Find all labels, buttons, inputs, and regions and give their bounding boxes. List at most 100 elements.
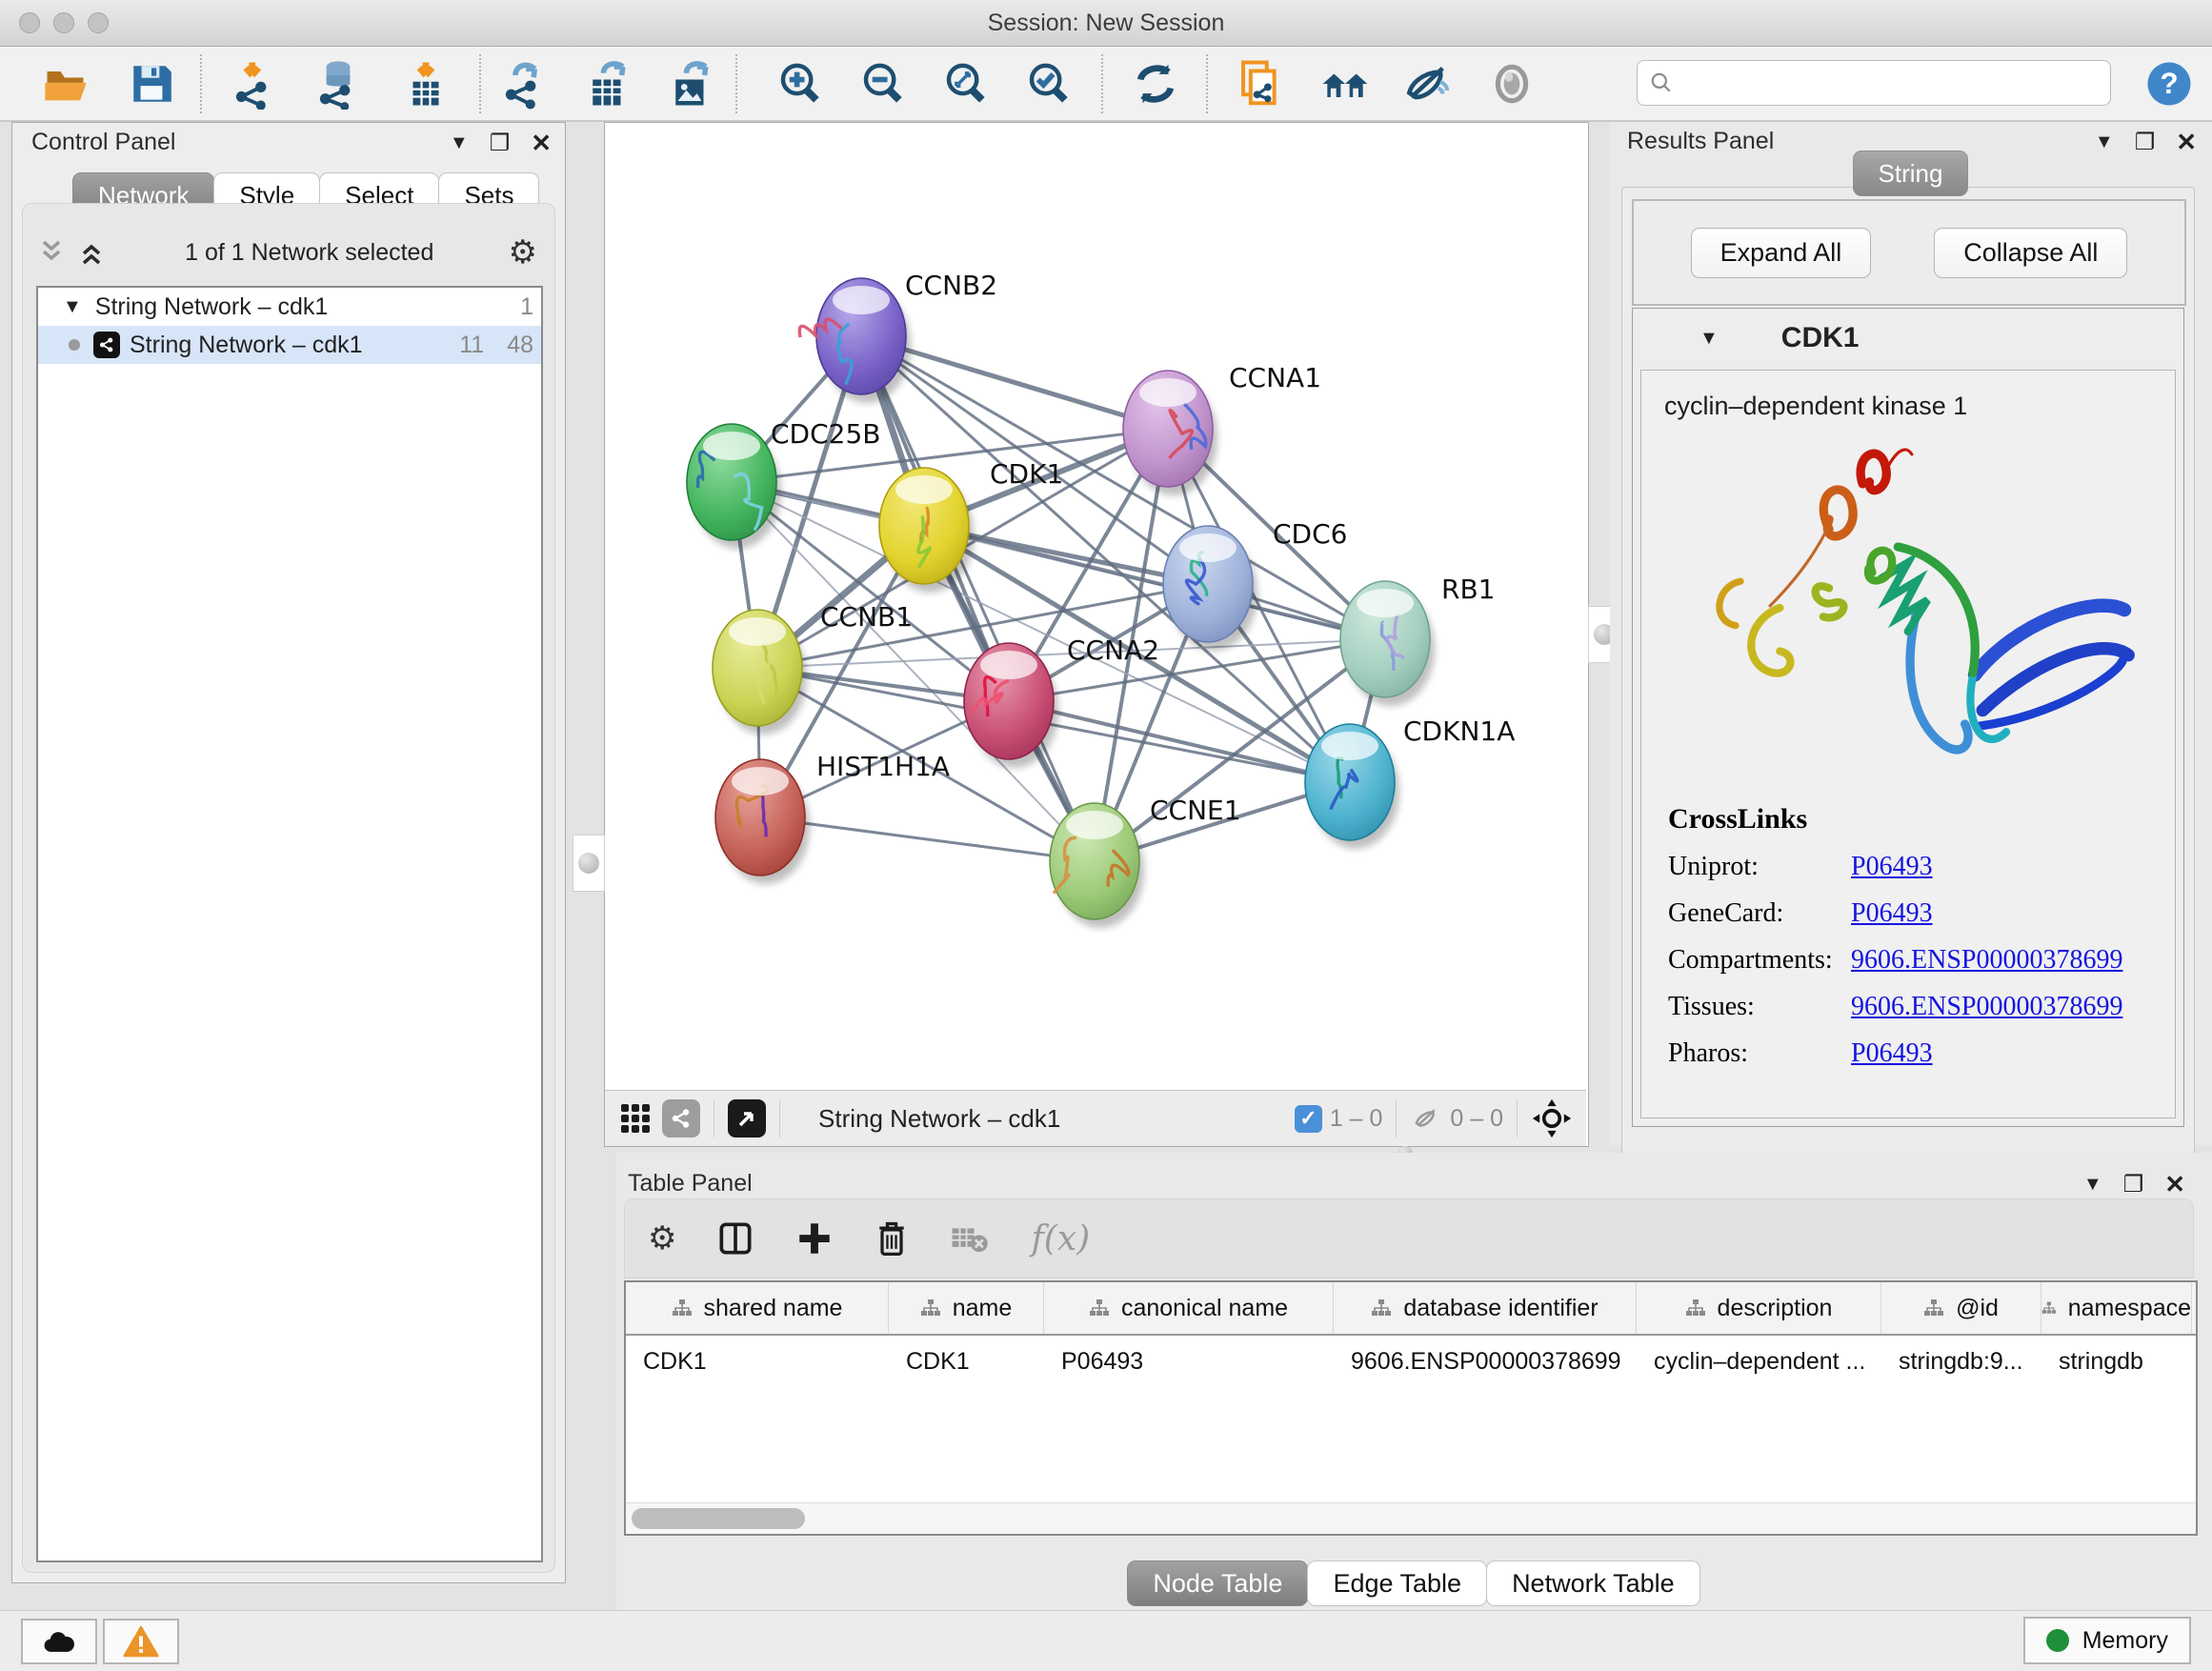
close-panel-icon[interactable]: ✕ <box>531 129 552 158</box>
duplicate-network-button[interactable] <box>1233 56 1288 111</box>
crosslink-link[interactable]: P06493 <box>1851 852 1933 882</box>
crosslink-row: Uniprot:P06493 <box>1668 852 2175 882</box>
float-panel-icon[interactable]: ❐ <box>2123 1171 2144 1198</box>
memory-status-button[interactable]: Memory <box>2023 1617 2191 1664</box>
hide-selected-button[interactable] <box>1399 56 1455 111</box>
crosslink-link[interactable]: P06493 <box>1851 898 1933 929</box>
toolbar-separator <box>1206 54 1208 113</box>
tab-node-table[interactable]: Node Table <box>1127 1560 1308 1606</box>
column-header-shared-name[interactable]: shared name <box>626 1282 889 1334</box>
node-label: CCNA2 <box>1067 634 1159 666</box>
function-builder-icon[interactable]: f(x) <box>1031 1219 1090 1258</box>
collection-expand-icon[interactable]: ▼ <box>63 296 82 318</box>
help-button[interactable]: ? <box>2142 56 2197 111</box>
cloud-status-button[interactable] <box>21 1619 97 1664</box>
network-canvas[interactable]: CCNB2CCNA1CDC25BCDK1CDC6RB1CCNB1CCNA2CDK… <box>605 123 1586 1089</box>
crosslink-link[interactable]: P06493 <box>1851 1038 1933 1069</box>
network-options-gear-icon[interactable]: ⚙ <box>509 236 537 269</box>
create-column-plus-icon[interactable] <box>794 1218 835 1258</box>
delete-table-icon[interactable] <box>949 1221 993 1256</box>
table-panel-title: Table Panel <box>628 1170 753 1198</box>
collapse-all-chevron-icon[interactable] <box>38 238 70 267</box>
expand-all-chevron-icon[interactable] <box>78 238 111 267</box>
zoom-fit-button[interactable] <box>938 56 994 111</box>
tab-edge-table[interactable]: Edge Table <box>1307 1560 1487 1606</box>
tab-string[interactable]: String <box>1853 151 1969 196</box>
horizontal-scrollbar[interactable] <box>626 1502 2196 1534</box>
column-header-label: shared name <box>704 1295 843 1322</box>
panel-menu-icon[interactable]: ▼ <box>2083 1174 2102 1196</box>
show-selected-button[interactable] <box>1484 56 1539 111</box>
network-row-selected[interactable]: String Network – cdk1 11 48 <box>38 326 541 364</box>
network-node-RB1[interactable]: RB1 <box>1340 574 1495 706</box>
panel-menu-icon[interactable]: ▼ <box>450 132 469 154</box>
float-panel-icon[interactable]: ❐ <box>490 130 511 157</box>
search-field[interactable] <box>1637 60 2111 106</box>
zoom-in-button[interactable] <box>773 56 828 111</box>
crosslink-link[interactable]: 9606.ENSP00000378699 <box>1851 945 2122 976</box>
network-node-CDKN1A[interactable]: CDKN1A <box>1305 715 1515 849</box>
detach-view-button[interactable] <box>728 1099 766 1137</box>
delete-column-trash-icon[interactable] <box>873 1218 911 1259</box>
left-splitter-handle[interactable] <box>573 835 605 892</box>
zoom-in-icon <box>774 58 826 110</box>
close-panel-icon[interactable]: ✕ <box>2164 1170 2185 1199</box>
column-header--id[interactable]: @id <box>1881 1282 2041 1334</box>
network-node-CCNE1[interactable]: CCNE1 <box>1050 795 1241 928</box>
column-header-namespace[interactable]: namespace <box>2041 1282 2192 1334</box>
network-node-CDC6[interactable]: CDC6 <box>1163 518 1347 651</box>
table-row[interactable]: CDK1CDK1P064939606.ENSP00000378699cyclin… <box>626 1336 2196 1387</box>
show-columns-icon[interactable] <box>714 1218 756 1259</box>
gene-entry-header[interactable]: ▼ CDK1 <box>1633 309 2183 368</box>
collection-count: 1 <box>520 293 533 321</box>
selected-checkbox-icon[interactable]: ✓ <box>1295 1105 1322 1133</box>
column-header-canonical-name[interactable]: canonical name <box>1044 1282 1334 1334</box>
tab-network-table[interactable]: Network Table <box>1486 1560 1700 1606</box>
export-image-button[interactable] <box>663 56 718 111</box>
crosslink-row: Pharos:P06493 <box>1668 1038 2175 1069</box>
import-table-file-button[interactable] <box>398 56 453 111</box>
zoom-out-button[interactable] <box>855 56 911 111</box>
home-views-button[interactable] <box>1317 56 1373 111</box>
collapse-all-button[interactable]: Collapse All <box>1934 228 2127 278</box>
column-header-database-identifier[interactable]: database identifier <box>1334 1282 1637 1334</box>
new-network-button[interactable] <box>496 56 552 111</box>
warnings-button[interactable] <box>103 1619 179 1664</box>
save-session-button[interactable] <box>124 56 179 111</box>
entry-expand-icon[interactable]: ▼ <box>1699 328 1719 350</box>
network-node-CDC25B[interactable]: CDC25B <box>687 418 881 549</box>
column-header-label: namespace <box>2068 1295 2191 1322</box>
column-hierarchy-icon <box>1685 1299 1706 1318</box>
network-collection-row[interactable]: ▼ String Network – cdk1 1 <box>38 288 541 326</box>
network-node-CCNB2[interactable]: CCNB2 <box>799 270 997 403</box>
search-input[interactable] <box>1681 69 2110 97</box>
zoom-selected-button[interactable] <box>1021 56 1076 111</box>
network-birdseye-button[interactable] <box>662 1099 700 1137</box>
refresh-view-button[interactable] <box>1128 56 1183 111</box>
expand-all-button[interactable]: Expand All <box>1691 228 1872 278</box>
gray-eye-icon <box>1488 60 1536 108</box>
hidden-eye-icon[interactable] <box>1410 1104 1442 1133</box>
crosslink-label: Uniprot: <box>1668 852 1851 882</box>
table-options-gear-icon[interactable]: ⚙ <box>648 1222 676 1255</box>
network-label: String Network – cdk1 <box>130 332 436 359</box>
column-header-description[interactable]: description <box>1637 1282 1881 1334</box>
network-node-CCNA1[interactable]: CCNA1 <box>1123 362 1321 495</box>
grid-view-button[interactable] <box>616 1099 654 1137</box>
crosslink-link[interactable]: 9606.ENSP00000378699 <box>1851 992 2122 1022</box>
column-header-name[interactable]: name <box>889 1282 1044 1334</box>
open-session-button[interactable] <box>38 56 93 111</box>
scrollbar-thumb[interactable] <box>632 1508 805 1529</box>
crosslinks-section: CrossLinks Uniprot:P06493GeneCard:P06493… <box>1668 803 2175 1069</box>
import-network-database-button[interactable] <box>311 56 366 111</box>
network-edge[interactable] <box>861 336 1095 861</box>
crosslink-label: Tissues: <box>1668 992 1851 1022</box>
export-table-button[interactable] <box>580 56 635 111</box>
network-node-HIST1H1A[interactable]: HIST1H1A <box>715 751 950 884</box>
pan-crosshair-icon[interactable] <box>1531 1097 1573 1139</box>
import-network-file-button[interactable] <box>227 56 282 111</box>
network-edge[interactable] <box>760 817 1095 861</box>
network-node-CDK1[interactable]: CDK1 <box>879 458 1063 593</box>
application-window: Session: New Session <box>0 0 2212 1671</box>
column-hierarchy-icon <box>672 1299 693 1318</box>
